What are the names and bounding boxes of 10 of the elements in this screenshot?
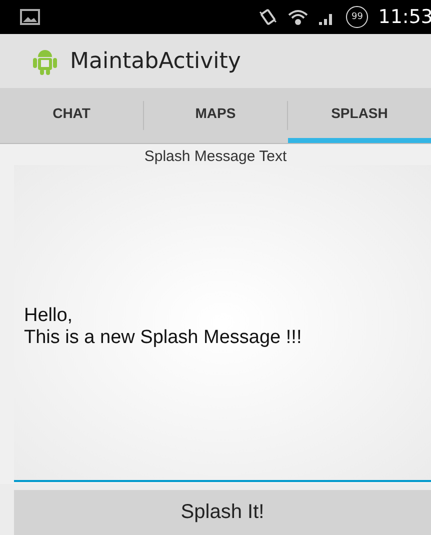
tab[interactable]: CHAT [0,88,143,143]
battery-indicator: 99 [346,6,368,28]
splash-button[interactable]: Splash It! [14,490,431,535]
app-title: MaintabActivity [70,48,241,74]
field-label: Splash Message Text [143,147,288,165]
wifi-icon [288,9,308,25]
message-field[interactable]: Hello, This is a new Splash Message !!! [14,165,431,482]
vibrate-icon [258,8,278,26]
tab[interactable]: MAPS [144,88,287,143]
image-icon [20,9,40,25]
